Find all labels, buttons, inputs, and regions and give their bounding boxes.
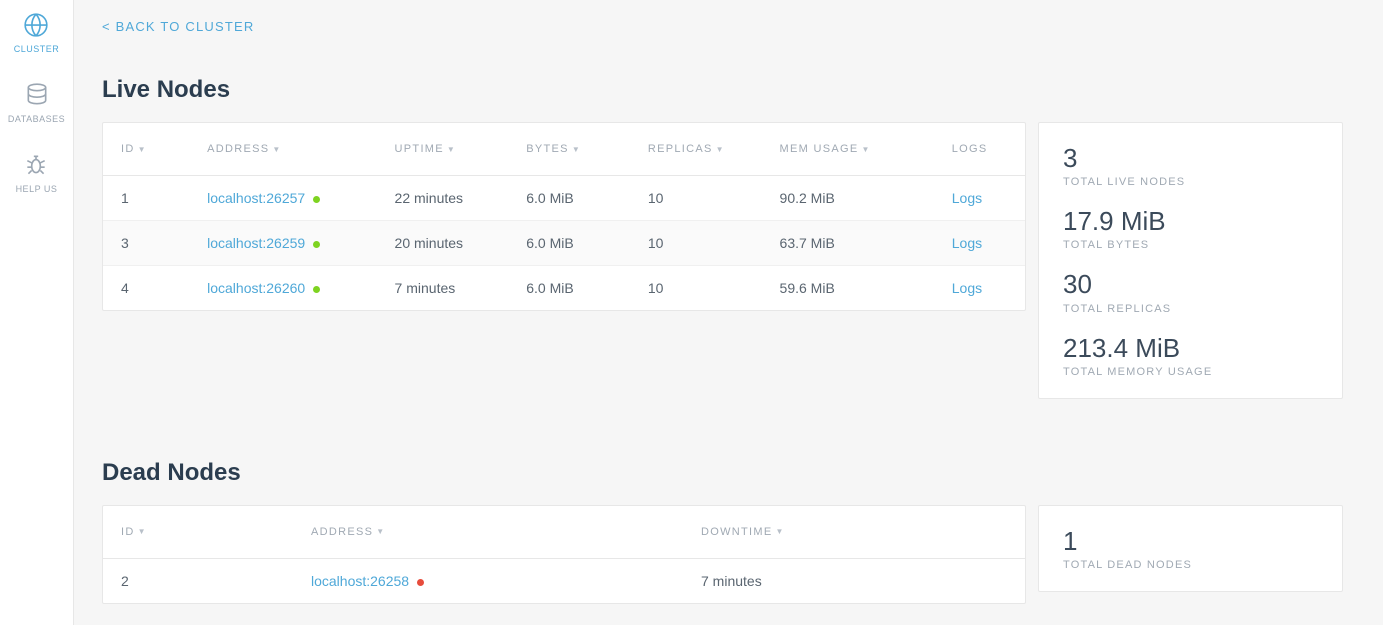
dead-nodes-title: Dead Nodes [102, 459, 1343, 487]
live-nodes-table-container: ID▼ ADDRESS▼ UPTIME▼ BYTES▼ REPLICAS▼ ME… [102, 122, 1026, 311]
table-row: 3 localhost:26259 20 minutes 6.0 MiB 10 … [103, 221, 1025, 266]
status-dot-red-icon [417, 579, 424, 586]
logs-link[interactable]: Logs [934, 266, 1025, 311]
col-header-id[interactable]: ID▼ [103, 123, 189, 176]
cell-bytes: 6.0 MiB [508, 266, 630, 311]
live-nodes-title: Live Nodes [102, 76, 1343, 104]
sort-arrow-icon: ▼ [716, 145, 725, 154]
sort-arrow-icon: ▼ [272, 145, 281, 154]
cell-address: localhost:26260 [189, 266, 376, 311]
dead-nodes-section: Dead Nodes ID▼ ADDRESS▼ DOWNTIME▼ 2 l [102, 459, 1343, 604]
col-header-logs: LOGS [934, 123, 1025, 176]
cell-replicas: 10 [630, 266, 762, 311]
logs-link[interactable]: Logs [934, 176, 1025, 221]
cell-replicas: 10 [630, 176, 762, 221]
col-header-id[interactable]: ID▼ [103, 506, 293, 559]
col-header-replicas[interactable]: REPLICAS▼ [630, 123, 762, 176]
database-icon [24, 82, 50, 108]
dead-nodes-table-container: ID▼ ADDRESS▼ DOWNTIME▼ 2 localhost:26258… [102, 505, 1026, 604]
sidebar-label-cluster: CLUSTER [14, 44, 60, 54]
sidebar-label-help-us: HELP US [16, 184, 58, 194]
status-dot-green-icon [313, 196, 320, 203]
sidebar-label-databases: DATABASES [8, 114, 65, 124]
stat-total-dead-value: 1 [1063, 526, 1318, 557]
table-row: 4 localhost:26260 7 minutes 6.0 MiB 10 5… [103, 266, 1025, 311]
cell-uptime: 22 minutes [377, 176, 509, 221]
cockroach-icon [23, 152, 49, 178]
cell-address: localhost:26259 [189, 221, 376, 266]
node-address-link[interactable]: localhost:26258 [311, 573, 409, 589]
cell-id: 1 [103, 176, 189, 221]
sidebar-item-help-us[interactable]: HELP US [16, 152, 58, 194]
sort-arrow-icon: ▼ [376, 527, 385, 536]
sort-arrow-icon: ▼ [572, 145, 581, 154]
cell-bytes: 6.0 MiB [508, 176, 630, 221]
cell-mem: 59.6 MiB [762, 266, 934, 311]
main-content: < BACK TO CLUSTER Live Nodes ID▼ ADDRESS… [74, 0, 1383, 625]
live-stats-panel: 3 TOTAL LIVE NODES 17.9 MiB TOTAL BYTES … [1038, 122, 1343, 399]
node-address-link[interactable]: localhost:26257 [207, 190, 305, 206]
col-header-mem[interactable]: MEM USAGE▼ [762, 123, 934, 176]
cell-uptime: 7 minutes [377, 266, 509, 311]
logs-link[interactable]: Logs [934, 221, 1025, 266]
status-dot-green-icon [313, 286, 320, 293]
cell-address: localhost:26257 [189, 176, 376, 221]
cell-id: 2 [103, 558, 293, 603]
sort-arrow-icon: ▼ [138, 527, 147, 536]
col-header-downtime[interactable]: DOWNTIME▼ [683, 506, 1025, 559]
dead-nodes-row: ID▼ ADDRESS▼ DOWNTIME▼ 2 localhost:26258… [102, 505, 1343, 604]
stat-total-replicas-value: 30 [1063, 269, 1318, 300]
stat-total-mem-value: 213.4 MiB [1063, 333, 1318, 364]
cell-mem: 63.7 MiB [762, 221, 934, 266]
cell-bytes: 6.0 MiB [508, 221, 630, 266]
sidebar-item-databases[interactable]: DATABASES [8, 82, 65, 124]
col-header-uptime[interactable]: UPTIME▼ [377, 123, 509, 176]
stat-total-bytes-label: TOTAL BYTES [1063, 239, 1318, 251]
sort-arrow-icon: ▼ [861, 145, 870, 154]
dead-stats-panel: 1 TOTAL DEAD NODES [1038, 505, 1343, 592]
sidebar-item-cluster[interactable]: CLUSTER [14, 12, 60, 54]
dead-nodes-table: ID▼ ADDRESS▼ DOWNTIME▼ 2 localhost:26258… [103, 506, 1025, 603]
cell-id: 4 [103, 266, 189, 311]
cell-uptime: 20 minutes [377, 221, 509, 266]
live-nodes-row: ID▼ ADDRESS▼ UPTIME▼ BYTES▼ REPLICAS▼ ME… [102, 122, 1343, 399]
table-row: 1 localhost:26257 22 minutes 6.0 MiB 10 … [103, 176, 1025, 221]
sort-arrow-icon: ▼ [138, 145, 147, 154]
col-header-address[interactable]: ADDRESS▼ [189, 123, 376, 176]
node-address-link[interactable]: localhost:26260 [207, 280, 305, 296]
status-dot-green-icon [313, 241, 320, 248]
col-header-bytes[interactable]: BYTES▼ [508, 123, 630, 176]
stat-total-replicas-label: TOTAL REPLICAS [1063, 303, 1318, 315]
sort-arrow-icon: ▼ [776, 527, 785, 536]
cell-replicas: 10 [630, 221, 762, 266]
stat-total-bytes-value: 17.9 MiB [1063, 206, 1318, 237]
sidebar: CLUSTER DATABASES HELP US [0, 0, 74, 625]
stat-total-mem-label: TOTAL MEMORY USAGE [1063, 366, 1318, 378]
cell-id: 3 [103, 221, 189, 266]
cell-mem: 90.2 MiB [762, 176, 934, 221]
table-row: 2 localhost:26258 7 minutes [103, 558, 1025, 603]
sort-arrow-icon: ▼ [447, 145, 456, 154]
stat-total-live-value: 3 [1063, 143, 1318, 174]
globe-icon [23, 12, 49, 38]
node-address-link[interactable]: localhost:26259 [207, 235, 305, 251]
cell-downtime: 7 minutes [683, 558, 1025, 603]
back-to-cluster-link[interactable]: < BACK TO CLUSTER [102, 19, 255, 34]
live-nodes-table: ID▼ ADDRESS▼ UPTIME▼ BYTES▼ REPLICAS▼ ME… [103, 123, 1025, 310]
col-header-address[interactable]: ADDRESS▼ [293, 506, 683, 559]
cell-address: localhost:26258 [293, 558, 683, 603]
stat-total-live-label: TOTAL LIVE NODES [1063, 176, 1318, 188]
stat-total-dead-label: TOTAL DEAD NODES [1063, 559, 1318, 571]
